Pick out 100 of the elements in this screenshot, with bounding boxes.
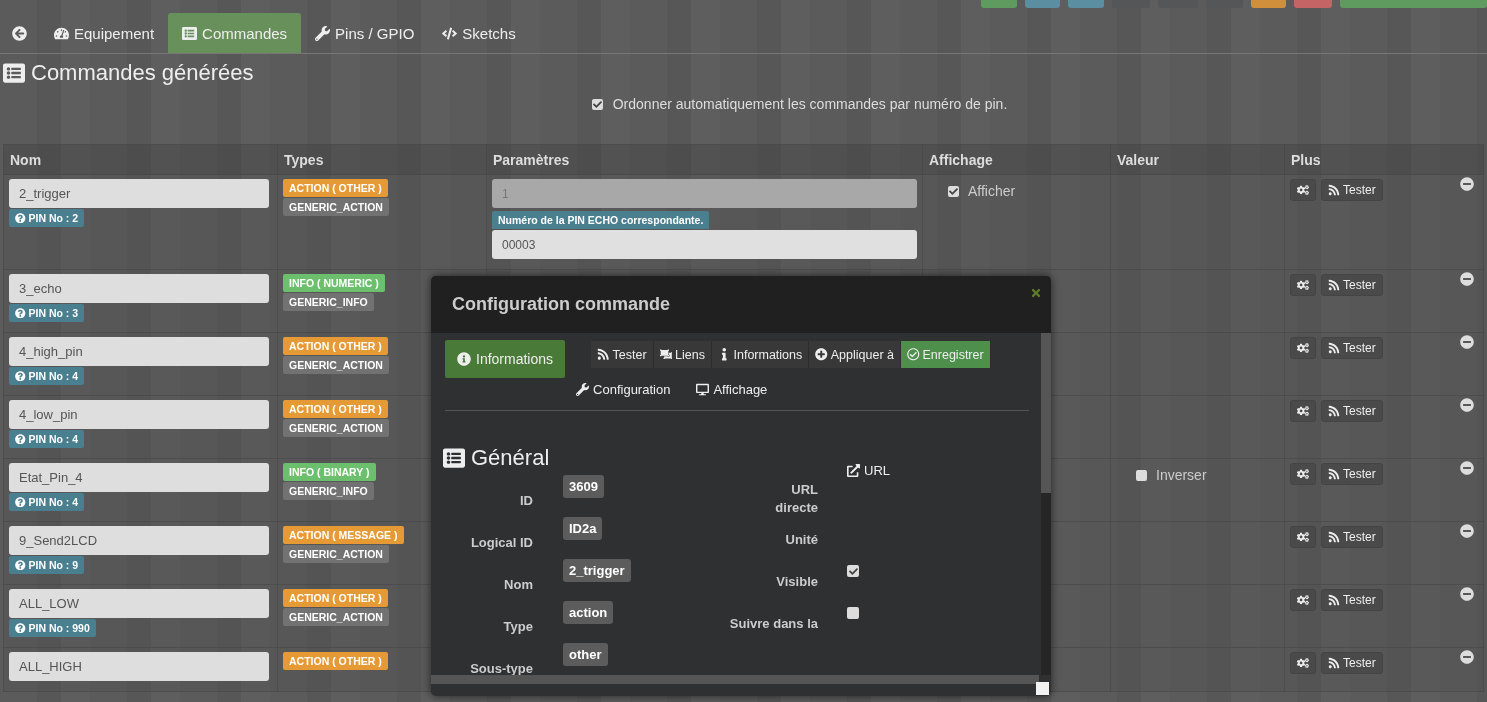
field-value: other: [563, 643, 608, 666]
name-field[interactable]: 2_trigger: [9, 179, 269, 208]
pin-badge: PIN No : 4: [9, 430, 85, 448]
scrollbar[interactable]: [431, 675, 1039, 684]
generic-type-badge: GENERIC_ACTION: [283, 356, 389, 374]
name-field[interactable]: 3_echo: [9, 274, 269, 303]
rss-icon: [1328, 657, 1340, 669]
list-icon: [443, 447, 465, 469]
test-button[interactable]: Tester: [1321, 526, 1383, 548]
type-badge: INFO ( NUMERIC ): [283, 274, 385, 292]
name-field[interactable]: 9_Send2LCD: [9, 526, 269, 555]
name-field[interactable]: 4_high_pin: [9, 337, 269, 366]
name-field[interactable]: Etat_Pin_4: [9, 463, 269, 492]
external-link-icon: [847, 464, 860, 477]
pin-badge: PIN No : 4: [9, 367, 85, 385]
close-icon[interactable]: [1030, 287, 1042, 299]
checkbox-label: Afficher: [968, 183, 1016, 199]
gears-icon: [1297, 468, 1309, 480]
tab[interactable]: Sketchs: [428, 13, 530, 53]
checkbox[interactable]: [591, 98, 603, 110]
field-label: Unité: [784, 531, 818, 549]
remove-icon[interactable]: [1460, 272, 1474, 286]
url-link[interactable]: URL: [847, 463, 907, 478]
settings-button[interactable]: [1290, 337, 1316, 359]
test-button[interactable]: Tester: [1321, 589, 1383, 611]
frame-icon: [659, 348, 673, 361]
field-value: ID2a: [563, 517, 603, 540]
gears-icon: [1297, 657, 1309, 669]
scrollbar[interactable]: [1041, 333, 1051, 675]
name-field[interactable]: ALL_HIGH: [9, 652, 269, 681]
info-icon: [457, 352, 471, 366]
tab[interactable]: Equipement: [40, 13, 169, 53]
field-label: Logical ID: [469, 534, 533, 552]
settings-button[interactable]: [1290, 652, 1316, 674]
rss-icon: [1328, 184, 1340, 196]
help-label: Numéro de la PIN ECHO correspondante.: [492, 211, 710, 229]
checkbox[interactable]: [1136, 469, 1147, 481]
section-title: Commandes générées: [31, 60, 254, 86]
gears-icon: [1297, 405, 1309, 417]
type-badge: ACTION ( OTHER ): [283, 179, 388, 197]
gears-icon: [1297, 279, 1309, 291]
test-button[interactable]: Tester: [1321, 337, 1383, 359]
column-header: Types: [277, 144, 487, 175]
remove-icon[interactable]: [1460, 177, 1474, 191]
tab[interactable]: Informations: [445, 340, 566, 378]
action-button[interactable]: Liens: [653, 341, 712, 368]
rss-icon: [597, 348, 610, 361]
tab[interactable]: Commandes: [168, 13, 302, 53]
test-button[interactable]: Tester: [1321, 179, 1383, 201]
generic-type-badge: GENERIC_ACTION: [283, 608, 389, 626]
tab[interactable]: Configuration: [576, 380, 671, 401]
pin-badge: PIN No : 990: [9, 619, 96, 637]
test-button[interactable]: Tester: [1321, 463, 1383, 485]
test-button[interactable]: Tester: [1321, 652, 1383, 674]
checkbox[interactable]: [847, 565, 859, 577]
settings-button[interactable]: [1290, 463, 1316, 485]
tab-icon: [54, 25, 69, 41]
action-button[interactable]: Tester: [591, 341, 654, 368]
settings-button[interactable]: [1290, 179, 1316, 201]
type-badge: ACTION ( OTHER ): [283, 652, 388, 670]
field-label: URL directe: [774, 481, 818, 517]
name-field[interactable]: 4_low_pin: [9, 400, 269, 429]
action-button[interactable]: Enregistrer: [901, 341, 991, 368]
field-value: action: [563, 601, 614, 624]
remove-icon[interactable]: [1460, 650, 1474, 664]
rss-icon: [1328, 405, 1340, 417]
tab[interactable]: Affichage: [696, 380, 768, 401]
wrench-icon: [576, 383, 590, 396]
remove-icon[interactable]: [1460, 461, 1474, 475]
parameter-field[interactable]: 00003: [492, 230, 917, 259]
column-header: Plus: [1284, 144, 1484, 175]
rss-icon: [1328, 531, 1340, 543]
back-arrow-icon: [12, 25, 27, 41]
test-button[interactable]: Tester: [1321, 274, 1383, 296]
type-badge: ACTION ( OTHER ): [283, 400, 388, 418]
remove-icon[interactable]: [1460, 335, 1474, 349]
settings-button[interactable]: [1290, 274, 1316, 296]
remove-icon[interactable]: [1460, 587, 1474, 601]
type-badge: INFO ( BINARY ): [283, 463, 376, 481]
pin-badge: PIN No : 4: [9, 493, 85, 511]
settings-button[interactable]: [1290, 589, 1316, 611]
checkbox[interactable]: [948, 185, 959, 197]
remove-icon[interactable]: [1460, 398, 1474, 412]
action-button[interactable]: Appliquer à: [809, 341, 901, 368]
plus-icon: [815, 348, 828, 361]
action-button[interactable]: Informations: [712, 341, 810, 368]
column-header: Paramètres: [486, 144, 923, 175]
resize-handle[interactable]: [1036, 682, 1049, 695]
checkbox-label: Ordonner automatiquement les commandes par numéro de pin.: [612, 96, 1008, 112]
gears-icon: [1297, 531, 1309, 543]
generic-type-badge: GENERIC_INFO: [283, 482, 374, 500]
name-field[interactable]: ALL_LOW: [9, 589, 269, 618]
settings-button[interactable]: [1290, 400, 1316, 422]
field-value: 2_trigger: [563, 559, 631, 582]
test-button[interactable]: Tester: [1321, 400, 1383, 422]
remove-icon[interactable]: [1460, 524, 1474, 538]
tab[interactable]: Pins / GPIO: [301, 13, 429, 53]
checkbox[interactable]: [847, 607, 859, 619]
type-badge: ACTION ( MESSAGE ): [283, 526, 404, 544]
settings-button[interactable]: [1290, 526, 1316, 548]
